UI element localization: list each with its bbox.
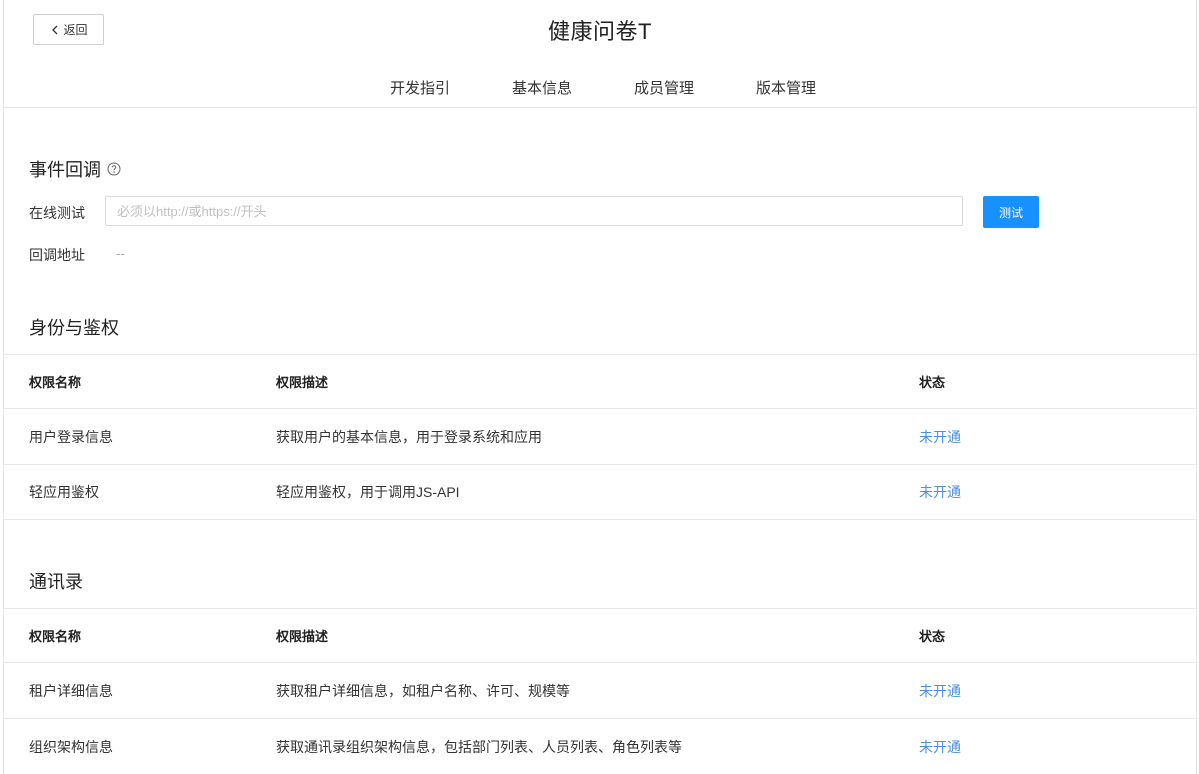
help-circle-icon[interactable] [107, 162, 121, 176]
column-header-name: 权限名称 [29, 609, 81, 662]
tab-member-management[interactable]: 成员管理 [634, 78, 694, 100]
test-button[interactable]: 测试 [983, 196, 1039, 228]
permission-status-link[interactable]: 未开通 [919, 663, 961, 718]
permission-desc: 获取通讯录组织架构信息，包括部门列表、人员列表、角色列表等 [276, 719, 682, 774]
permission-status-link[interactable]: 未开通 [919, 409, 961, 464]
callback-address-label: 回调地址 [29, 245, 85, 265]
callback-url-input[interactable] [105, 196, 963, 226]
callback-address-value: -- [116, 246, 125, 261]
permission-desc: 获取用户的基本信息，用于登录系统和应用 [276, 409, 542, 464]
column-header-status: 状态 [919, 355, 945, 408]
permission-name: 轻应用鉴权 [29, 465, 99, 519]
permission-status-link[interactable]: 未开通 [919, 465, 961, 519]
permission-name: 用户登录信息 [29, 409, 113, 464]
identity-permission-table: 权限名称 权限描述 状态 用户登录信息 获取用户的基本信息，用于登录系统和应用 … [4, 354, 1198, 520]
table-row: 用户登录信息 获取用户的基本信息，用于登录系统和应用 未开通 [4, 408, 1198, 464]
column-header-status: 状态 [919, 609, 945, 662]
page-title: 健康问卷T [4, 14, 1196, 46]
event-callback-title: 事件回调 [29, 156, 121, 182]
contacts-section-title-text: 通讯录 [29, 568, 83, 594]
tab-bar: 开发指引 基本信息 成员管理 版本管理 [4, 78, 1196, 100]
column-header-name: 权限名称 [29, 355, 81, 408]
identity-section-title-text: 身份与鉴权 [29, 314, 119, 340]
tab-dev-guide[interactable]: 开发指引 [390, 78, 450, 100]
identity-section-title: 身份与鉴权 [29, 314, 119, 340]
permission-desc: 获取租户详细信息，如租户名称、许可、规模等 [276, 663, 570, 718]
event-callback-title-text: 事件回调 [29, 156, 101, 182]
app-page: 返回 健康问卷T 开发指引 基本信息 成员管理 版本管理 事件回调 在线测试 测… [3, 0, 1197, 774]
table-row: 租户详细信息 获取租户详细信息，如租户名称、许可、规模等 未开通 [4, 662, 1198, 718]
tab-basic-info[interactable]: 基本信息 [512, 78, 572, 100]
column-header-desc: 权限描述 [276, 609, 328, 662]
permission-name: 租户详细信息 [29, 663, 113, 718]
permission-status-link[interactable]: 未开通 [919, 719, 961, 774]
permission-name: 组织架构信息 [29, 719, 113, 774]
contacts-permission-table: 权限名称 权限描述 状态 租户详细信息 获取租户详细信息，如租户名称、许可、规模… [4, 608, 1198, 774]
table-header-row: 权限名称 权限描述 状态 [4, 354, 1198, 408]
table-header-row: 权限名称 权限描述 状态 [4, 608, 1198, 662]
table-row: 组织架构信息 获取通讯录组织架构信息，包括部门列表、人员列表、角色列表等 未开通 [4, 718, 1198, 774]
table-row: 轻应用鉴权 轻应用鉴权，用于调用JS-API 未开通 [4, 464, 1198, 520]
column-header-desc: 权限描述 [276, 355, 328, 408]
permission-desc: 轻应用鉴权，用于调用JS-API [276, 465, 460, 519]
online-test-label: 在线测试 [29, 203, 85, 223]
contacts-section-title: 通讯录 [29, 568, 83, 594]
page-header: 返回 健康问卷T 开发指引 基本信息 成员管理 版本管理 [4, 0, 1196, 108]
tab-version-management[interactable]: 版本管理 [756, 78, 816, 100]
